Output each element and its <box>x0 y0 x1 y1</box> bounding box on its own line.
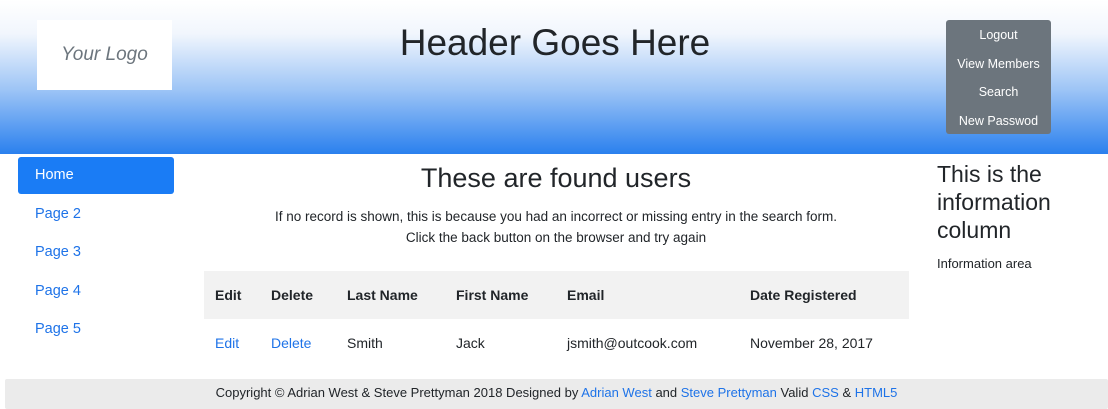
footer-copyright: Copyright © Adrian West & Steve Prettyma… <box>215 385 579 400</box>
info-column: This is the information column Informati… <box>937 160 1102 271</box>
info-text: Information area <box>937 256 1032 271</box>
users-table: Edit Delete Last Name First Name Email D… <box>204 271 909 367</box>
column-header-last-name: Last Name <box>347 287 418 303</box>
page-title: These are found users <box>420 163 692 193</box>
table-header-row: Edit Delete Last Name First Name Email D… <box>204 271 909 319</box>
email-cell: jsmith@outcook.com <box>567 335 698 351</box>
css-validator-link[interactable]: CSS <box>812 385 839 400</box>
logo-text: Your Logo <box>61 44 148 65</box>
sidebar-item-page-2[interactable]: Page 2 <box>18 196 174 233</box>
sidebar-item-page-4[interactable]: Page 4 <box>18 273 174 310</box>
column-header-date-registered: Date Registered <box>750 287 857 303</box>
column-header-delete: Delete <box>271 287 314 303</box>
page-header: Your Logo Header Goes Here Logout View M… <box>0 0 1108 154</box>
sidebar-item-page-5[interactable]: Page 5 <box>18 311 174 348</box>
logout-link[interactable]: Logout <box>946 28 1051 42</box>
footer-ampersand: & <box>842 385 852 400</box>
header-menu: Logout View Members Search New Passwod <box>946 20 1051 134</box>
search-note-line-2: Click the back button on the browser and… <box>405 230 707 245</box>
new-password-link[interactable]: New Passwod <box>946 114 1051 128</box>
header-title: Header Goes Here <box>399 22 711 63</box>
search-note: If no record is shown, this is because y… <box>200 206 912 248</box>
edit-link[interactable]: Edit <box>215 335 239 351</box>
delete-link[interactable]: Delete <box>271 335 311 351</box>
main-content: These are found users If no record is sh… <box>200 157 912 351</box>
page-footer: Copyright © Adrian West & Steve Prettyma… <box>5 379 1108 409</box>
logo[interactable]: Your Logo <box>37 20 172 90</box>
date-registered-cell: November 28, 2017 <box>750 335 873 351</box>
designer-link-1[interactable]: Adrian West <box>581 385 652 400</box>
column-header-first-name: First Name <box>456 287 529 303</box>
first-name-cell: Jack <box>456 335 485 351</box>
sidebar-item-home[interactable]: Home <box>18 157 174 194</box>
column-header-email: Email <box>567 287 605 303</box>
search-link[interactable]: Search <box>946 85 1051 99</box>
html5-validator-link[interactable]: HTML5 <box>855 385 898 400</box>
info-title: This is the information column <box>937 161 1051 243</box>
sidebar-nav: Home Page 2 Page 3 Page 4 Page 5 <box>18 157 174 350</box>
column-header-edit: Edit <box>215 287 242 303</box>
footer-valid: Valid <box>780 385 809 400</box>
table-row: Edit Delete Smith Jack jsmith@outcook.co… <box>204 319 909 367</box>
edit-cell: Edit <box>204 319 260 367</box>
last-name-cell: Smith <box>347 335 383 351</box>
delete-cell: Delete <box>260 319 336 367</box>
view-members-link[interactable]: View Members <box>946 57 1051 71</box>
designer-link-2[interactable]: Steve Prettyman <box>681 385 777 400</box>
sidebar-item-page-3[interactable]: Page 3 <box>18 234 174 271</box>
footer-and: and <box>655 385 678 400</box>
search-note-line-1: If no record is shown, this is because y… <box>274 209 837 224</box>
